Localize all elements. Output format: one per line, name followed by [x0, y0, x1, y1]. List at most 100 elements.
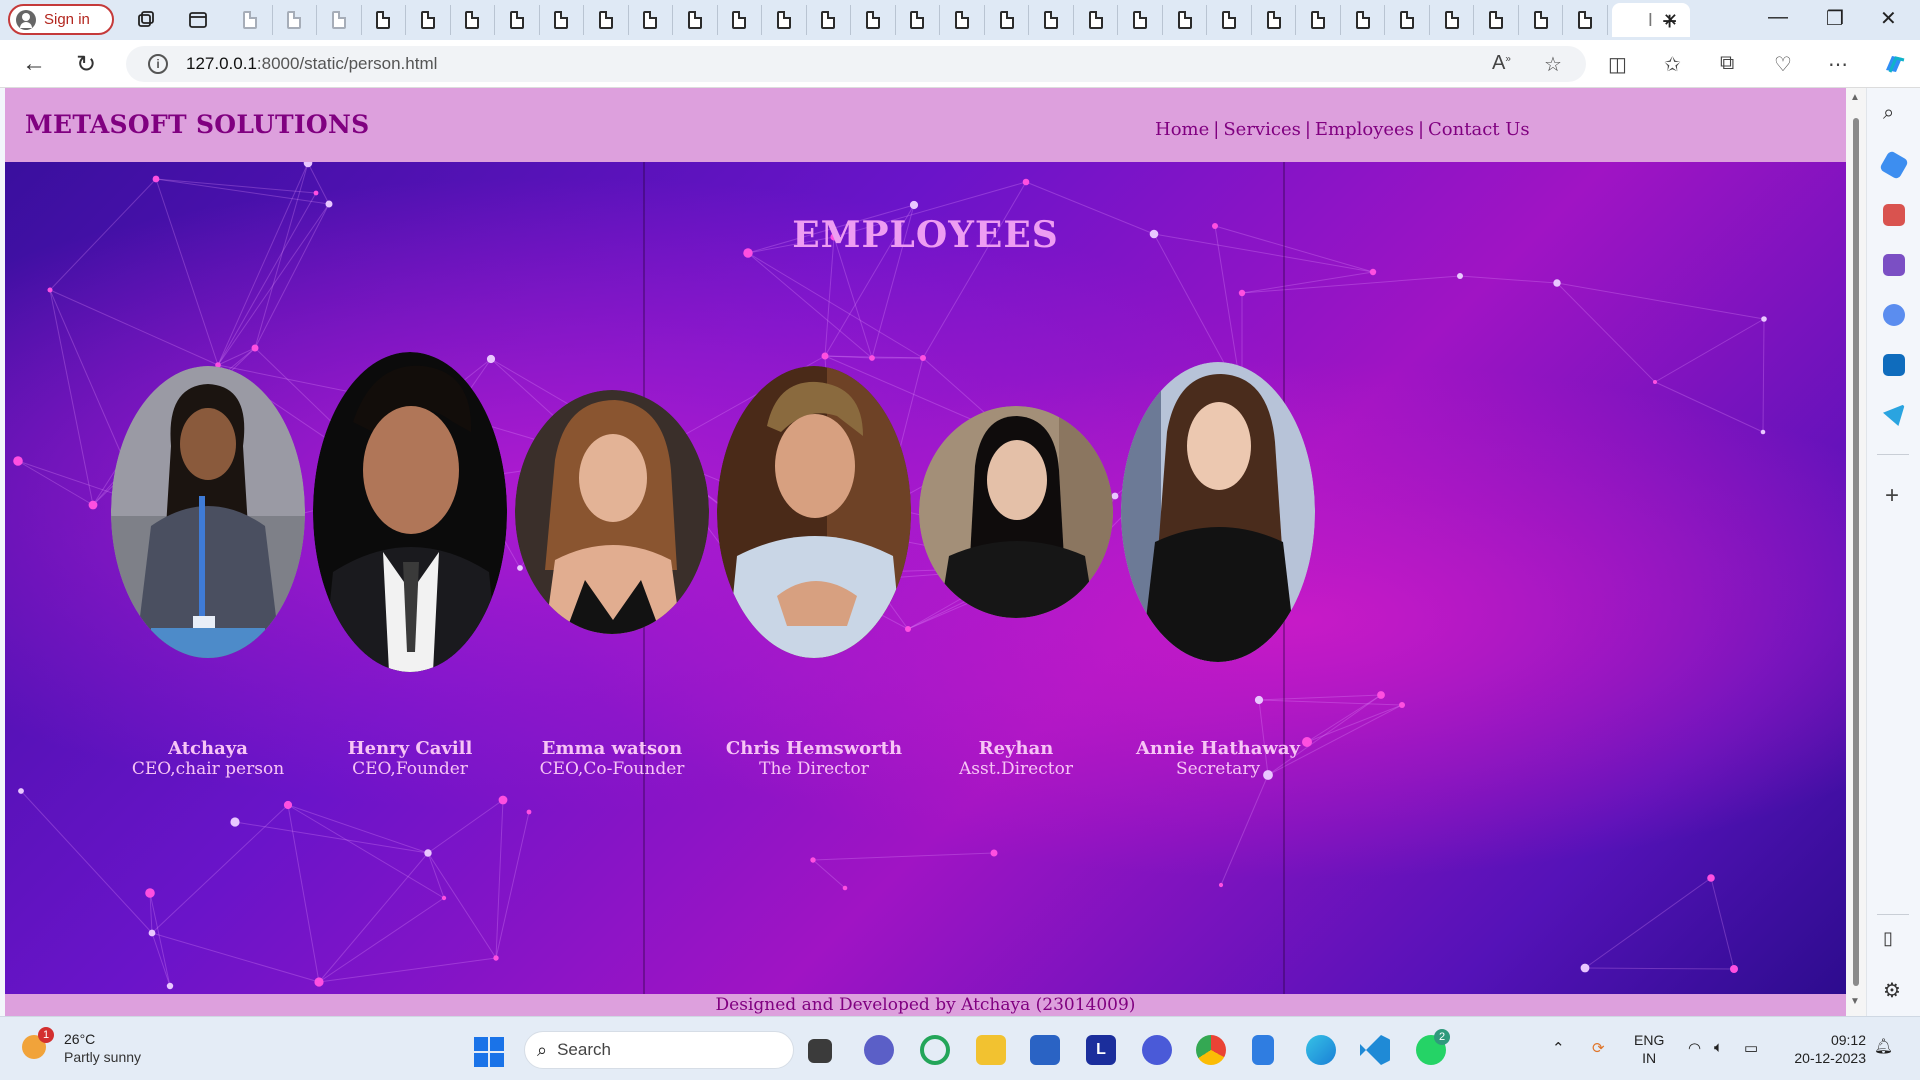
region-code: IN	[1642, 1050, 1657, 1066]
browser-tab[interactable]	[1252, 5, 1297, 35]
site-info-icon[interactable]: i	[148, 54, 168, 74]
volume-icon[interactable]: 🔈︎	[1714, 1039, 1723, 1056]
browser-tab[interactable]	[495, 5, 540, 35]
web-page: METASOFT SOLUTIONS Home | Services | Employe…	[5, 88, 1846, 1016]
close-window-button[interactable]: ✕	[1880, 6, 1897, 31]
notepad-icon[interactable]	[1252, 1035, 1274, 1065]
browser-tab[interactable]	[317, 5, 362, 35]
browser-tab[interactable]	[584, 5, 629, 35]
restore-button[interactable]: ❐	[1826, 6, 1844, 31]
sidebar-tools-icon[interactable]	[1883, 204, 1905, 226]
sidebar-m365-icon[interactable]	[1883, 304, 1905, 326]
browser-tab[interactable]	[406, 5, 451, 35]
browser-tab[interactable]	[629, 5, 674, 35]
browser-tab[interactable]	[1163, 5, 1208, 35]
sidebar-hide-icon[interactable]: ▯	[1883, 928, 1893, 949]
teams-chat-icon[interactable]	[864, 1035, 894, 1065]
sidebar-add-icon[interactable]: +	[1885, 482, 1899, 510]
editor-app-icon[interactable]	[1142, 1035, 1172, 1065]
scroll-thumb[interactable]	[1853, 118, 1859, 986]
nav-employees-link[interactable]: Employees	[1315, 119, 1414, 140]
l-app-icon[interactable]: L	[1086, 1035, 1116, 1065]
notifications-bell-icon[interactable]: 🔔︎	[1874, 1037, 1893, 1055]
browser-tab[interactable]	[362, 5, 407, 35]
sidebar-search-icon[interactable]: ⌕	[1883, 102, 1905, 124]
browser-tab[interactable]	[1296, 5, 1341, 35]
browser-tab[interactable]	[1341, 5, 1386, 35]
microsoft-store-icon[interactable]	[1030, 1035, 1060, 1065]
browser-tab[interactable]	[1074, 5, 1119, 35]
nav-home-link[interactable]: Home	[1155, 119, 1209, 140]
network-line	[307, 162, 330, 205]
task-view-icon[interactable]	[808, 1039, 832, 1063]
split-screen-icon[interactable]: ◫	[1608, 52, 1627, 77]
scroll-up-arrow[interactable]: ▲	[1850, 92, 1860, 103]
favorite-star-icon[interactable]: ☆	[1544, 52, 1562, 77]
refresh-icon[interactable]: ↻	[76, 50, 96, 79]
url-path: :8000/static/person.html	[256, 54, 438, 73]
browser-tab[interactable]	[940, 5, 985, 35]
browser-tab[interactable]	[851, 5, 896, 35]
browser-tab[interactable]	[1207, 5, 1252, 35]
app-ring-icon[interactable]	[920, 1035, 950, 1065]
browser-essentials-icon[interactable]: ♡	[1774, 52, 1792, 77]
copilot-icon[interactable]	[1880, 50, 1908, 78]
file-explorer-icon[interactable]	[976, 1035, 1006, 1065]
new-tab-button[interactable]: +	[1662, 6, 1677, 37]
active-tab[interactable]: I ✕	[1612, 3, 1690, 37]
page-icon	[287, 11, 302, 29]
browser-tab[interactable]	[273, 5, 318, 35]
employee-name: Annie Hathaway	[1135, 738, 1301, 759]
chrome-icon[interactable]	[1196, 1035, 1226, 1065]
scroll-down-arrow[interactable]: ▼	[1850, 996, 1860, 1007]
browser-tab[interactable]	[1385, 5, 1430, 35]
browser-tab[interactable]	[762, 5, 807, 35]
taskbar-search[interactable]: ⌕ Search	[524, 1031, 794, 1069]
vscode-icon[interactable]	[1360, 1035, 1390, 1065]
back-icon[interactable]: ←	[22, 50, 46, 78]
browser-tab[interactable]	[1029, 5, 1074, 35]
browser-tab[interactable]	[1519, 5, 1564, 35]
battery-icon[interactable]: ▭	[1744, 1039, 1758, 1057]
sidebar-games-icon[interactable]	[1883, 254, 1905, 276]
browser-tab[interactable]	[673, 5, 718, 35]
browser-tab[interactable]	[896, 5, 941, 35]
start-button[interactable]	[474, 1037, 504, 1067]
collections-icon[interactable]: ⧉	[1720, 52, 1734, 75]
edge-icon[interactable]	[1306, 1035, 1336, 1065]
browser-tab[interactable]	[1118, 5, 1163, 35]
page-icon	[1578, 11, 1593, 29]
browser-tab[interactable]	[1430, 5, 1475, 35]
browser-tab[interactable]	[451, 5, 496, 35]
workspaces-icon[interactable]	[136, 10, 156, 30]
employee-photo	[313, 352, 507, 672]
page-scrollbar[interactable]: ▲ ▼	[1846, 88, 1866, 1016]
nav-contact-link[interactable]: Contact Us	[1428, 119, 1530, 140]
network-node	[1553, 279, 1561, 287]
browser-tab[interactable]	[1563, 5, 1608, 35]
browser-tab[interactable]	[540, 5, 585, 35]
wifi-icon[interactable]: ◠	[1688, 1039, 1701, 1057]
page-icon	[1311, 11, 1326, 29]
show-hidden-icons-chevron[interactable]: ⌃	[1552, 1039, 1565, 1057]
language-indicator[interactable]: ENG IN	[1634, 1031, 1664, 1067]
browser-tab[interactable]	[807, 5, 852, 35]
system-clock[interactable]: 09:12 20-12-2023	[1788, 1031, 1866, 1067]
minimize-button[interactable]: —	[1768, 6, 1788, 29]
sidebar-send-icon[interactable]	[1883, 404, 1905, 426]
sidebar-settings-icon[interactable]: ⚙	[1883, 978, 1901, 1003]
sidebar-shopping-icon[interactable]	[1878, 149, 1910, 181]
url-field[interactable]: i 127.0.0.1:8000/static/person.html	[126, 46, 1586, 82]
browser-tab[interactable]	[718, 5, 763, 35]
favorites-icon[interactable]: ✩	[1664, 52, 1681, 77]
browser-tab[interactable]	[985, 5, 1030, 35]
sidebar-outlook-icon[interactable]	[1883, 354, 1905, 376]
sync-icon[interactable]: ⟳	[1592, 1039, 1605, 1057]
sign-in-button[interactable]: Sign in	[8, 4, 114, 35]
settings-more-icon[interactable]: ⋯	[1828, 52, 1848, 77]
read-aloud-icon[interactable]: A»	[1492, 52, 1511, 75]
browser-tab[interactable]	[228, 5, 273, 35]
tab-actions-icon[interactable]	[188, 10, 208, 30]
nav-services-link[interactable]: Services	[1223, 119, 1300, 140]
browser-tab[interactable]	[1474, 5, 1519, 35]
